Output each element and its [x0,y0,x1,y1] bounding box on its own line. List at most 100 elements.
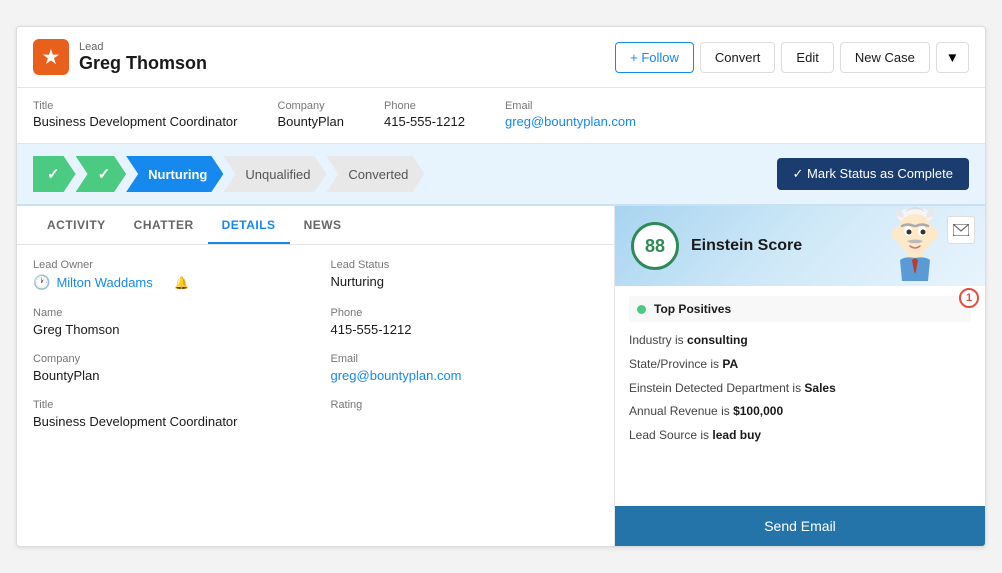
meta-company-label: Company [278,100,345,112]
lead-info: Lead Greg Thomson [79,41,207,74]
field-row-4: Title Business Development Coordinator ✎… [33,399,598,429]
field-email: Email greg@bountyplan.com ✎ [331,353,599,383]
new-case-button[interactable]: New Case [840,42,930,73]
step-5-shape: Converted [326,156,424,192]
header-actions: + Follow Convert Edit New Case ▼ [615,42,969,73]
lead-status-value-wrapper: Nurturing ✎ [331,274,599,289]
title-value: Business Development Coordinator [33,414,238,429]
right-panel: 88 Einstein Score [615,206,985,546]
meta-title: Title Business Development Coordinator [33,100,238,129]
email-label: Email [331,353,599,365]
tab-activity[interactable]: ACTIVITY [33,206,120,244]
field-lead-owner: Lead Owner 🕐 Milton Waddams ✎ 🔔 [33,259,301,291]
step-4-shape: Unqualified [223,156,326,192]
owner-icon: 🕐 [33,274,50,291]
edit-button[interactable]: Edit [781,42,833,73]
meta-phone-value: 415-555-1212 [384,114,465,129]
positives-badge: 1 [959,288,979,308]
company-value: BountyPlan [33,368,100,383]
positive-item: Industry is consulting [629,332,971,349]
positive-item: State/Province is PA [629,356,971,373]
positive-item: Annual Revenue is $100,000 [629,403,971,420]
positives-header: Top Positives 1 [629,296,971,322]
name-value-wrapper: Greg Thomson ✎ [33,322,301,337]
step-3-shape: Nurturing [126,156,223,192]
lead-status-label: Lead Status [331,259,599,271]
field-title: Title Business Development Coordinator ✎ [33,399,301,429]
step-4: Unqualified [223,156,326,192]
details-content: Lead Owner 🕐 Milton Waddams ✎ 🔔 Lead Sta… [17,245,614,546]
name-label: Name [33,307,301,319]
lead-status-value: Nurturing [331,274,384,289]
company-value-wrapper: BountyPlan ✎ [33,368,301,383]
mark-complete-button[interactable]: ✓ Mark Status as Complete [777,158,969,190]
tabs: ACTIVITY CHATTER DETAILS NEWS [17,206,614,245]
lead-label: Lead [79,41,207,53]
meta-title-label: Title [33,100,238,112]
rating-label: Rating [331,399,599,411]
tab-news[interactable]: NEWS [290,206,356,244]
step-2: ✓ [76,156,127,192]
einstein-title: Einstein Score [691,237,802,255]
convert-button[interactable]: Convert [700,42,776,73]
positives-title: Top Positives [654,302,731,316]
mail-icon-button[interactable] [947,216,975,244]
meta-email-value[interactable]: greg@bountyplan.com [505,114,636,129]
field-phone: Phone 415-555-1212 ✎ [331,307,599,337]
left-panel: ACTIVITY CHATTER DETAILS NEWS Lead Owner… [17,206,615,546]
lead-owner-value-wrapper: 🕐 Milton Waddams ✎ 🔔 [33,274,301,291]
notify-icon: 🔔 [174,276,189,290]
field-lead-status: Lead Status Nurturing ✎ [331,259,599,291]
positive-item: Lead Source is lead buy [629,427,971,444]
meta-company-value: BountyPlan [278,114,345,129]
mail-icon [953,224,969,236]
meta-company: Company BountyPlan [278,100,345,129]
einstein-mascot [885,206,945,281]
positives-section: Top Positives 1 Industry is consulting St… [615,286,985,506]
lead-name: Greg Thomson [79,53,207,74]
field-row-2: Name Greg Thomson ✎ Phone 415-555-1212 ✎ [33,307,598,337]
meta-phone: Phone 415-555-1212 [384,100,465,129]
green-dot-icon [637,305,646,314]
einstein-score: 88 [631,222,679,270]
meta-row: Title Business Development Coordinator C… [17,88,985,144]
phone-value: 415-555-1212 [331,322,412,337]
dropdown-button[interactable]: ▼ [936,42,969,73]
content-area: ACTIVITY CHATTER DETAILS NEWS Lead Owner… [17,206,985,546]
field-name: Name Greg Thomson ✎ [33,307,301,337]
email-value[interactable]: greg@bountyplan.com [331,368,462,383]
header-left: ★ Lead Greg Thomson [33,39,207,75]
einstein-header: 88 Einstein Score [615,206,985,286]
field-company: Company BountyPlan ✎ [33,353,301,383]
step-2-shape: ✓ [76,156,127,192]
tab-chatter[interactable]: CHATTER [120,206,208,244]
meta-email-label: Email [505,100,636,112]
follow-button[interactable]: + Follow [615,42,694,73]
meta-email: Email greg@bountyplan.com [505,100,636,129]
header: ★ Lead Greg Thomson + Follow Convert Edi… [17,27,985,88]
step-3: Nurturing [126,156,223,192]
phone-value-wrapper: 415-555-1212 ✎ [331,322,599,337]
progress-section: ✓ ✓ Nurturing Unqualified Converted [17,144,985,206]
email-value-wrapper: greg@bountyplan.com ✎ [331,368,599,383]
meta-title-value: Business Development Coordinator [33,114,238,129]
name-value: Greg Thomson [33,322,119,337]
positive-items-list: Industry is consulting State/Province is … [629,332,971,444]
lead-owner-value[interactable]: Milton Waddams [56,275,152,290]
positive-item: Einstein Detected Department is Sales [629,380,971,397]
field-row-3: Company BountyPlan ✎ Email greg@bountypl… [33,353,598,383]
step-1-shape: ✓ [33,156,76,192]
phone-label: Phone [331,307,599,319]
step-1: ✓ [33,156,76,192]
company-label: Company [33,353,301,365]
page-wrapper: ★ Lead Greg Thomson + Follow Convert Edi… [0,0,1002,573]
lead-owner-label: Lead Owner [33,259,301,271]
main-card: ★ Lead Greg Thomson + Follow Convert Edi… [16,26,986,547]
step-5: Converted [326,156,424,192]
field-rating: Rating [331,399,599,429]
send-email-button[interactable]: Send Email [615,506,985,546]
title-label: Title [33,399,301,411]
tab-details[interactable]: DETAILS [208,206,290,244]
title-value-wrapper: Business Development Coordinator ✎ [33,414,301,429]
meta-phone-label: Phone [384,100,465,112]
